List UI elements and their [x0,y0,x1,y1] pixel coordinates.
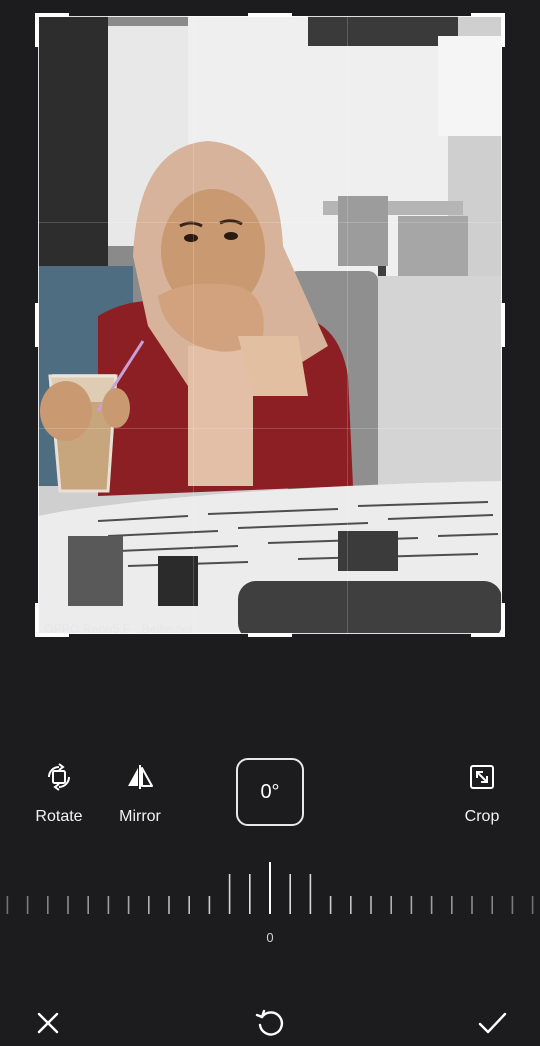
crop-handle-top-right[interactable] [471,13,505,47]
grid-line [39,222,501,224]
rotate-button[interactable]: Rotate [19,762,99,826]
mirror-button[interactable]: Mirror [100,762,180,826]
reset-button[interactable] [253,1006,287,1040]
reset-icon [255,1009,284,1036]
crop-handle-bottom-left[interactable] [35,603,69,637]
crop-aspect-icon [470,765,494,789]
crop-handle-top[interactable] [248,13,292,17]
mirror-label: Mirror [119,808,161,825]
crop-handle-left[interactable] [35,303,39,347]
close-icon [37,1012,59,1034]
rotate-label: Rotate [35,808,83,825]
grid-line [346,17,348,633]
cancel-button[interactable] [31,1006,65,1040]
crop-label: Crop [464,808,500,825]
confirm-button[interactable] [475,1006,509,1040]
crop-button[interactable]: Crop [442,762,522,826]
angle-ruler-value: 0 [266,930,274,945]
checkmark-icon [478,1012,507,1034]
crop-handle-right[interactable] [501,303,505,347]
angle-display[interactable]: 0° [236,758,304,826]
mirror-icon [128,765,153,789]
grid-line [192,17,194,633]
angle-ruler[interactable] [0,860,540,920]
grid-line [39,427,501,429]
rotate-icon [48,763,70,791]
crop-frame[interactable] [35,13,505,637]
crop-handle-bottom-right[interactable] [471,603,505,637]
crop-handle-bottom[interactable] [248,633,292,637]
crop-handle-top-left[interactable] [35,13,69,47]
